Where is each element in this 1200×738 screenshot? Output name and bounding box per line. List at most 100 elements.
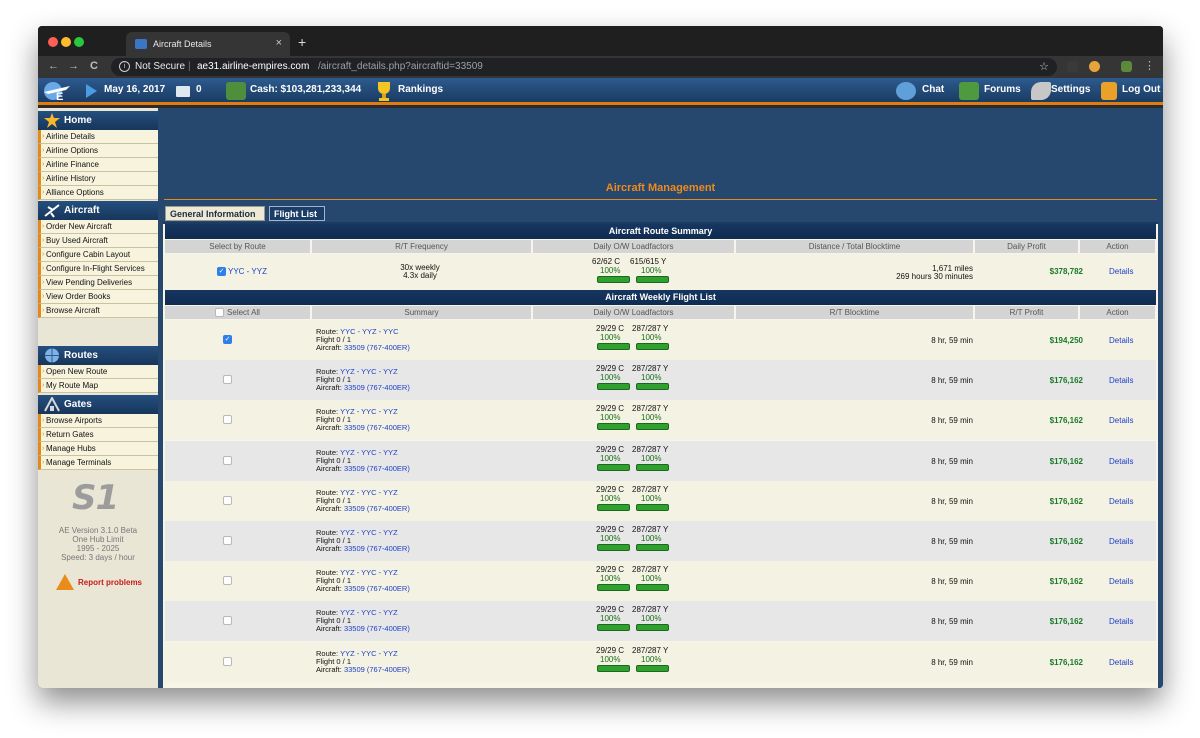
years-text: 1995 - 2025 (76, 544, 120, 553)
sidebar-item-airline-details[interactable]: › Airline Details (38, 130, 158, 144)
forums-icon[interactable] (959, 82, 979, 100)
svg-text:E: E (56, 91, 63, 102)
aircraft-type-link[interactable]: (767-400ER) (367, 584, 410, 593)
settings-link[interactable]: Settings (1051, 84, 1090, 95)
address-bar[interactable]: i Not Secure | ae31.airline-empires.com … (111, 58, 1057, 76)
sidebar-item-order-new-aircraft[interactable]: › Order New Aircraft (38, 220, 158, 234)
warning-icon[interactable] (56, 574, 74, 590)
aircraft-type-link[interactable]: (767-400ER) (367, 665, 410, 674)
maximize-window-button[interactable] (74, 37, 84, 47)
cookie-extension-icon[interactable] (1089, 61, 1100, 72)
flight-checkbox[interactable] (223, 616, 232, 626)
flight-checkbox[interactable] (223, 495, 232, 505)
logout-link[interactable]: Log Out (1122, 84, 1160, 95)
sidebar-item-my-route-map[interactable]: › My Route Map (38, 379, 158, 393)
logout-door-icon[interactable] (1101, 82, 1117, 100)
aircraft-type-link[interactable]: (767-400ER) (367, 383, 410, 392)
sidebar-item-buy-used-aircraft[interactable]: › Buy Used Aircraft (38, 234, 158, 248)
aircraft-type-link[interactable]: (767-400ER) (367, 624, 410, 633)
flight-checkbox[interactable] (223, 576, 232, 586)
reload-icon[interactable]: C (90, 60, 98, 72)
route-checkbox[interactable]: ✓ (217, 267, 226, 276)
flight-details-link[interactable]: Details (1109, 537, 1133, 546)
aircraft-type-link[interactable]: (767-400ER) (367, 544, 410, 553)
browser-tab[interactable]: Aircraft Details × (126, 32, 290, 56)
sidebar-item-open-new-route[interactable]: › Open New Route (38, 365, 158, 379)
sidebar-item-manage-hubs[interactable]: › Manage Hubs (38, 442, 158, 456)
rankings-link[interactable]: Rankings (398, 84, 443, 95)
sidebar-item-label: Airline Options (46, 146, 99, 155)
menu-kebab-icon[interactable]: ⋮ (1144, 59, 1155, 72)
mail-count[interactable]: 0 (196, 84, 202, 95)
select-all-checkbox[interactable] (215, 308, 225, 318)
back-arrow-icon[interactable]: ← (48, 60, 59, 72)
aircraft-type-link[interactable]: (767-400ER) (367, 504, 410, 513)
report-problems-link[interactable]: Report problems (78, 578, 142, 587)
sidebar-section-aircraft[interactable]: Aircraft (38, 201, 158, 220)
flight-checkbox[interactable]: ✓ (223, 335, 232, 344)
aircraft-id-link[interactable]: 33509 (344, 464, 365, 473)
airline-empires-logo[interactable]: E (42, 80, 72, 102)
minimize-window-button[interactable] (61, 37, 71, 47)
aircraft-type-link[interactable]: (767-400ER) (367, 423, 410, 432)
aircraft-id-link[interactable]: 33509 (344, 343, 365, 352)
flight-checkbox[interactable] (223, 455, 232, 465)
aircraft-id-link[interactable]: 33509 (344, 624, 365, 633)
tab-general-information[interactable]: General Information (165, 206, 265, 221)
sidebar-item-alliance-options[interactable]: › Alliance Options (38, 186, 158, 200)
aircraft-type-link[interactable]: (767-400ER) (367, 464, 410, 473)
play-icon[interactable] (86, 84, 97, 98)
flight-details-link[interactable]: Details (1109, 376, 1133, 385)
flight-checkbox[interactable] (223, 536, 232, 545)
aircraft-id-link[interactable]: 33509 (344, 504, 365, 513)
aircraft-id-link[interactable]: 33509 (344, 423, 365, 432)
sidebar-item-manage-terminals[interactable]: › Manage Terminals (38, 456, 158, 470)
sidebar-item-airline-history[interactable]: › Airline History (38, 172, 158, 186)
sidebar-item-return-gates[interactable]: › Return Gates (38, 428, 158, 442)
flight-checkbox[interactable] (223, 656, 232, 666)
aircraft-id-link[interactable]: 33509 (344, 383, 365, 392)
trophy-icon[interactable] (373, 80, 395, 102)
flight-checkbox[interactable] (223, 415, 232, 425)
sidebar-section-home[interactable]: Home (38, 111, 158, 130)
sidebar-section-gates[interactable]: Gates (38, 395, 158, 414)
info-icon[interactable]: i (119, 61, 130, 72)
sidebar-item-configure-cabin-layout[interactable]: › Configure Cabin Layout (38, 248, 158, 262)
close-tab-icon[interactable]: × (276, 37, 282, 49)
sidebar-item-configure-in-flight-services[interactable]: › Configure In-Flight Services (38, 262, 158, 276)
wrench-icon[interactable] (1031, 82, 1051, 100)
sidebar-item-browse-aircraft[interactable]: › Browse Aircraft (38, 304, 158, 318)
flight-details-link[interactable]: Details (1109, 497, 1133, 506)
route-link[interactable]: YYC - YYZ (228, 267, 267, 276)
close-window-button[interactable] (48, 37, 58, 47)
route-details-link[interactable]: Details (1109, 267, 1133, 276)
flight-checkbox[interactable] (223, 375, 232, 385)
new-tab-button[interactable]: + (298, 34, 306, 50)
chat-icon[interactable] (896, 82, 916, 100)
flight-details-link[interactable]: Details (1109, 336, 1133, 345)
sidebar-item-airline-finance[interactable]: › Airline Finance (38, 158, 158, 172)
bookmark-star-icon[interactable]: ☆ (1039, 60, 1049, 73)
sidebar-item-view-order-books[interactable]: › View Order Books (38, 290, 158, 304)
sidebar-section-routes[interactable]: Routes (38, 346, 158, 365)
aircraft-id-link[interactable]: 33509 (344, 544, 365, 553)
aircraft-id-link[interactable]: 33509 (344, 665, 365, 674)
sidebar-item-view-pending-deliveries[interactable]: › View Pending Deliveries (38, 276, 158, 290)
aircraft-type-link[interactable]: (767-400ER) (367, 343, 410, 352)
tab-flight-list[interactable]: Flight List (269, 206, 325, 221)
forward-arrow-icon[interactable]: → (68, 60, 79, 72)
flight-details-link[interactable]: Details (1109, 658, 1133, 667)
flight-details-link[interactable]: Details (1109, 577, 1133, 586)
flight-details-link[interactable]: Details (1109, 617, 1133, 626)
flight-details-link[interactable]: Details (1109, 457, 1133, 466)
extension-icon-2[interactable] (1121, 61, 1132, 72)
flight-details-link[interactable]: Details (1109, 416, 1133, 425)
sidebar-item-browse-airports[interactable]: › Browse Airports (38, 414, 158, 428)
extension-icon[interactable] (1067, 61, 1078, 72)
mail-icon[interactable] (176, 86, 190, 97)
forums-link[interactable]: Forums (984, 84, 1021, 95)
column-header-label: Distance / Total Blocktime (808, 242, 901, 251)
chat-link[interactable]: Chat (922, 84, 944, 95)
sidebar-item-airline-options[interactable]: › Airline Options (38, 144, 158, 158)
aircraft-id-link[interactable]: 33509 (344, 584, 365, 593)
